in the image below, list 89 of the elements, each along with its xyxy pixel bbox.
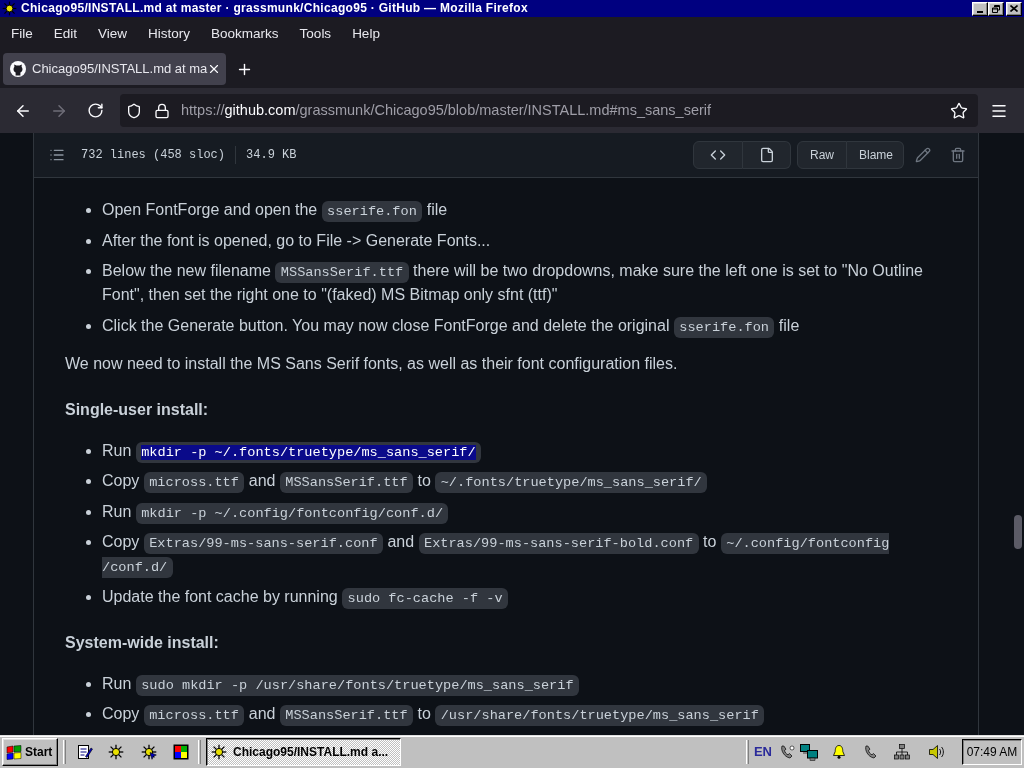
- bullet-icon: [86, 208, 91, 213]
- code-icon: [710, 147, 726, 163]
- bullet-icon: [86, 269, 91, 274]
- inline-code: MSSansSerif.ttf: [275, 262, 409, 283]
- inline-code: micross.ttf: [143, 705, 245, 726]
- speaker-icon[interactable]: [928, 744, 944, 760]
- inline-code: MSSansSerif.ttf: [279, 472, 414, 493]
- restore-icon: [992, 4, 1000, 13]
- bullet-icon: [86, 238, 91, 244]
- inline-code: /usr/share/fonts/truetype/ms_sans_serif: [435, 705, 765, 726]
- bullet-icon: [86, 323, 91, 329]
- bullet-icon: [86, 594, 91, 600]
- inline-code: sudo mkdir -p /usr/share/fonts/truetype/ms_sans_serif: [135, 674, 579, 696]
- tiles-icon[interactable]: [173, 744, 189, 760]
- inline-code: sserife.fon: [673, 316, 775, 338]
- preview-button[interactable]: [743, 141, 791, 169]
- list-item-text: Copy micross.ttf and MSSansSerif.ttf to ~/.fonts/truetype/ms_sans_serif/: [102, 469, 946, 493]
- inline-code: mkdir -p ~/.config/fontconfig/conf.d/: [135, 502, 449, 524]
- paragraph: We now need to install the MS Sans Serif fonts, as well as their font configuration files.: [65, 353, 679, 374]
- bullet-icon: [86, 712, 91, 717]
- menu-item[interactable]: Tools: [289, 21, 342, 46]
- menu-item[interactable]: Bookmarks: [201, 21, 289, 46]
- menu-item[interactable]: History: [138, 21, 201, 46]
- file-icon: [758, 147, 775, 163]
- lock-icon[interactable]: [154, 102, 170, 119]
- start-button[interactable]: Start: [2, 738, 58, 766]
- list-item-text: Update the font cache by running sudo fc-cache -f -v: [102, 584, 946, 609]
- address-field[interactable]: https://github.com/grassmunk/Chicago95/blob/master/INSTALL.md#ms_sans_serif: [120, 94, 978, 127]
- inline-code: ~/.fonts/truetype/ms_sans_serif/: [435, 472, 708, 493]
- file-size: 34.9 KB: [246, 147, 297, 164]
- list-item-text: Open FontForge and open the sserife.fon file: [102, 198, 946, 222]
- close-button[interactable]: [1006, 1, 1022, 16]
- trash-icon[interactable]: [950, 147, 966, 163]
- file-action-button[interactable]: Blame: [847, 141, 904, 169]
- flag-icon: [6, 744, 22, 760]
- cat-logo-icon: [10, 61, 26, 77]
- minimize-button[interactable]: [972, 1, 988, 16]
- clock[interactable]: 07:49 AM: [962, 739, 1022, 765]
- inline-code: micross.ttf: [143, 472, 245, 493]
- menu-item[interactable]: View: [88, 21, 138, 46]
- list-item-text: Copy micross.ttf and MSSansSerif.ttf to /usr/share/fonts/truetype/ms_sans_serif: [102, 702, 946, 726]
- inline-code: mkdir -p ~/.fonts/truetype/ms_sans_serif/: [135, 441, 482, 463]
- bell-icon[interactable]: [831, 744, 847, 760]
- burst-icon[interactable]: [108, 744, 124, 760]
- bullet-icon: [86, 479, 91, 484]
- menu-item[interactable]: File: [1, 21, 43, 46]
- restore-button[interactable]: [988, 1, 1004, 16]
- list-item-text: Click the Generate button. You may now close FontForge and delete the original sserife.fon file: [102, 313, 946, 338]
- section-heading: System-wide install:: [65, 632, 220, 653]
- burst-icon: [2, 1, 17, 16]
- list-item-text: Run mkdir -p ~/.config/fontconfig/conf.d/: [102, 499, 946, 524]
- menu-item[interactable]: Edit: [43, 21, 88, 46]
- bullet-icon: [86, 540, 91, 545]
- scrollbar-thumb[interactable]: [1014, 515, 1022, 549]
- menu-item[interactable]: Help: [342, 21, 390, 46]
- shield-icon[interactable]: [126, 102, 142, 119]
- list-icon[interactable]: [49, 147, 65, 163]
- inline-code: Extras/99-ms-sans-serif.conf: [143, 533, 383, 554]
- list-item-text: After the font is opened, go to File -> Generate Fonts...: [102, 230, 492, 251]
- file-action-button[interactable]: Raw: [797, 141, 847, 169]
- input-language[interactable]: EN: [753, 742, 772, 762]
- bullet-icon: [86, 681, 91, 687]
- close-icon: [1010, 5, 1018, 12]
- handset-icon[interactable]: [779, 744, 795, 760]
- task-button[interactable]: Chicago95/INSTALL.md a...: [206, 738, 401, 766]
- list-item-text: Run sudo mkdir -p /usr/share/fonts/truetype/ms_sans_serif: [102, 671, 946, 696]
- list-item-text: Below the new filename MSSansSerif.ttf there will be two dropdowns, make sure the left one is set to "No Outline Font", then set the right one to "(faked) MS Bitmap only sfnt (ttf)": [102, 261, 924, 305]
- list-item-text: Run mkdir -p ~/.fonts/truetype/ms_sans_serif/: [102, 438, 946, 463]
- section-heading: Single-user install:: [65, 399, 210, 420]
- handset-icon[interactable]: [863, 744, 879, 760]
- notepad-icon[interactable]: [77, 744, 93, 760]
- pencil-icon[interactable]: [915, 147, 931, 163]
- burst-cursor-icon[interactable]: [141, 744, 157, 760]
- tab[interactable]: Chicago95/INSTALL.md at ma: [3, 53, 226, 85]
- code-view-button[interactable]: [693, 141, 743, 169]
- line-count: 732 lines (458 sloc): [81, 147, 226, 164]
- minimize-icon: [977, 10, 983, 13]
- inline-code: sudo fc-cache -f -v: [342, 587, 508, 609]
- inline-code: MSSansSerif.ttf: [279, 705, 414, 726]
- computers-icon[interactable]: [800, 743, 818, 761]
- reload-icon[interactable]: [86, 102, 104, 119]
- window-title: Chicago95/INSTALL.md at master · grassmunk/Chicago95 · GitHub — Mozilla Firefox: [21, 1, 528, 16]
- burst-icon: [211, 744, 227, 760]
- inline-code: sserife.fon: [321, 201, 423, 222]
- inline-code: Extras/99-ms-sans-serif-bold.conf: [418, 533, 699, 554]
- star-icon[interactable]: [950, 101, 968, 120]
- bullet-icon: [86, 448, 91, 454]
- network-icon[interactable]: [894, 744, 910, 760]
- bullet-icon: [86, 509, 91, 515]
